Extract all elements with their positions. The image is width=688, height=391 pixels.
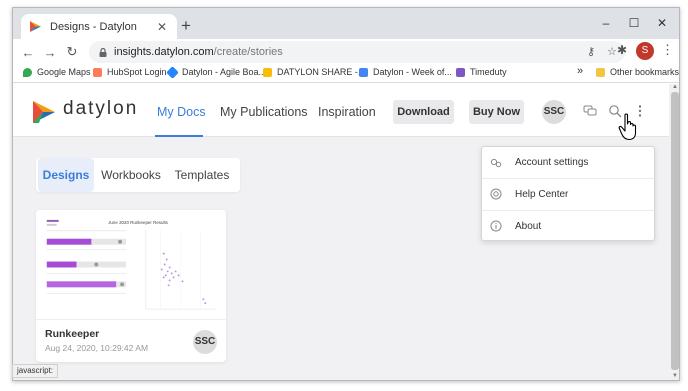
hubspot-icon — [93, 67, 102, 77]
datylon-favicon-icon — [30, 21, 41, 32]
nav-my-publications[interactable]: My Publications — [220, 105, 308, 119]
card-title: Runkeeper — [45, 328, 100, 340]
status-bar: javascript: — [12, 364, 59, 378]
extensions-icon[interactable]: ✱ — [617, 43, 627, 57]
browser-toolbar: ← → ↻ insights.datylon.com /create/stori… — [13, 39, 679, 65]
card-date: Aug 24, 2020, 10:29:42 AM — [45, 343, 149, 353]
forward-arrow-icon[interactable]: → — [39, 45, 61, 60]
comments-icon[interactable] — [583, 104, 597, 118]
download-button[interactable]: Download — [393, 100, 454, 124]
menu-item-account-settings[interactable]: Account settings — [482, 147, 654, 178]
profile-avatar[interactable]: S — [636, 42, 654, 60]
back-arrow-icon[interactable]: ← — [17, 45, 39, 60]
timeduty-icon — [456, 67, 465, 77]
calendar-icon — [359, 67, 368, 77]
folder-icon — [596, 67, 605, 77]
settings-gears-icon — [490, 158, 502, 167]
page-content: datylon My Docs My Publications Inspirat… — [13, 84, 669, 380]
design-card[interactable]: June 2020 Runkeeper Results Runkeeper Au… — [36, 210, 226, 362]
bookmark-item[interactable]: Timeduty — [456, 67, 507, 77]
thumbnail-title: June 2020 Runkeeper Results — [108, 220, 168, 225]
bookmark-star-icon[interactable]: ☆ — [607, 45, 617, 58]
buy-now-button[interactable]: Buy Now — [469, 100, 524, 124]
maps-pin-icon — [23, 67, 32, 77]
menu-item-label: Account settings — [515, 157, 589, 168]
bookmark-item[interactable]: Datylon - Agile Boa... — [166, 65, 266, 79]
menu-item-label: Help Center — [515, 188, 569, 200]
maximize-icon[interactable]: ☐ — [623, 14, 645, 32]
browser-window: Designs - Datylon ✕ + – ☐ ✕ ← → ↻ insigh… — [12, 7, 680, 381]
tab-designs[interactable]: Designs — [38, 158, 94, 192]
tab-strip: Designs - Datylon ✕ + – ☐ ✕ — [13, 8, 679, 39]
new-tab-icon[interactable]: + — [176, 16, 196, 36]
scroll-down-arrow-icon[interactable]: ▼ — [671, 373, 679, 379]
brand-name: datylon — [63, 98, 139, 119]
account-dropdown-menu: Account settings Help Center About — [481, 146, 655, 241]
url-path: /create/stories — [213, 46, 283, 58]
tab-title: Designs - Datylon — [50, 20, 137, 33]
datylon-logo-icon — [33, 101, 55, 123]
card-owner-avatar: SSC — [193, 330, 217, 354]
bookmark-item[interactable]: Datylon - Week of... — [359, 67, 452, 77]
browser-tab[interactable]: Designs - Datylon ✕ — [21, 14, 177, 39]
scroll-thumb[interactable] — [671, 92, 679, 370]
key-icon[interactable]: ⚷ — [587, 45, 595, 58]
menu-item-label: About — [515, 220, 542, 232]
tab-templates[interactable]: Templates — [168, 158, 236, 192]
menu-item-about[interactable]: About — [482, 210, 654, 241]
bookmarks-bar: Google Maps HubSpot Login Datylon - Agil… — [13, 65, 679, 83]
bookmark-item[interactable]: HubSpot Login — [93, 67, 167, 77]
bookmark-item[interactable]: Google Maps — [23, 67, 91, 77]
nav-my-docs[interactable]: My Docs — [157, 105, 206, 119]
bookmarks-overflow-icon[interactable]: » — [577, 65, 583, 77]
active-nav-indicator — [155, 135, 203, 137]
close-window-icon[interactable]: ✕ — [651, 14, 673, 32]
drive-icon — [263, 67, 272, 77]
jira-icon — [166, 65, 179, 79]
hand-pointer-cursor-icon — [618, 113, 637, 141]
scroll-up-arrow-icon[interactable]: ▲ — [671, 84, 679, 90]
doc-type-tabs: Designs Workbooks Templates — [36, 158, 240, 192]
url-host: insights.datylon.com — [114, 46, 214, 58]
app-header: datylon My Docs My Publications Inspirat… — [13, 84, 669, 137]
browser-menu-icon[interactable]: ⋮ — [661, 42, 674, 58]
tab-workbooks[interactable]: Workbooks — [98, 158, 164, 192]
address-bar[interactable]: insights.datylon.com /create/stories ⚷ ☆ — [89, 41, 625, 63]
reload-icon[interactable]: ↻ — [61, 44, 83, 60]
other-bookmarks[interactable]: Other bookmarks — [596, 67, 679, 77]
user-avatar[interactable]: SSC — [542, 100, 566, 124]
lock-icon — [99, 47, 107, 57]
design-thumbnail: June 2020 Runkeeper Results — [36, 210, 226, 320]
nav-inspiration[interactable]: Inspiration — [318, 105, 376, 119]
info-icon — [490, 220, 502, 232]
bookmark-item[interactable]: DATYLON SHARE -... — [263, 67, 365, 77]
tab-close-icon[interactable]: ✕ — [155, 20, 169, 34]
lifebuoy-icon — [490, 188, 502, 200]
menu-item-help-center[interactable]: Help Center — [482, 178, 654, 209]
page-scrollbar[interactable]: ▲ ▼ — [669, 84, 679, 380]
minimize-icon[interactable]: – — [595, 14, 617, 32]
